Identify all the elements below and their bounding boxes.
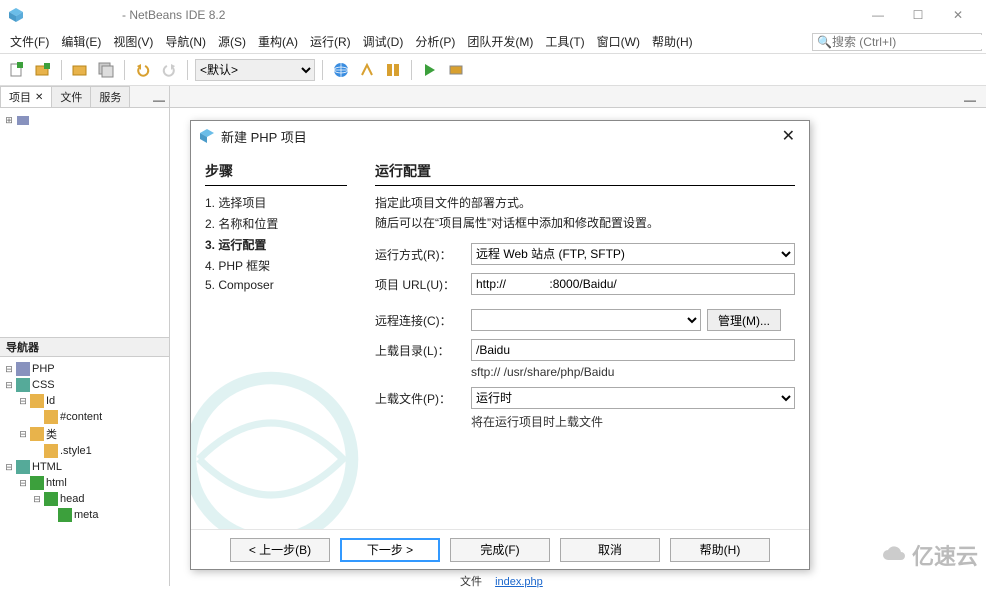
step-5: 5. Composer [205,276,347,294]
tree-node-id[interactable]: ⊟Id [16,393,167,409]
dialog-cube-icon [199,128,215,144]
menu-navigate[interactable]: 导航(N) [159,31,212,52]
new-file-icon[interactable] [6,59,28,81]
next-button[interactable]: 下一步 > [340,538,440,562]
menu-view[interactable]: 视图(V) [107,31,159,52]
content-desc1: 指定此项目文件的部署方式。 [375,194,795,211]
step-2: 2. 名称和位置 [205,213,347,234]
config-select[interactable]: <默认> [195,59,315,81]
select-remote[interactable] [471,309,701,331]
content-header: 运行配置 [375,161,795,186]
select-upload-files[interactable]: 运行时 [471,387,795,409]
menu-profile[interactable]: 分析(P) [409,31,461,52]
tab-files[interactable]: 文件 [51,86,91,107]
step-3: 3. 运行配置 [205,234,347,255]
tree-node-php[interactable]: ⊟PHP [2,361,167,377]
new-php-project-dialog: 新建 PHP 项目 ✕ 步骤 1. 选择项目 2. 名称和位置 3. 运行配置 … [190,120,810,570]
bottom-file-indicator: 文件 index.php [460,573,543,589]
run-icon[interactable] [419,59,441,81]
search-input[interactable] [832,35,986,49]
debug-icon[interactable] [445,59,467,81]
content-desc2: 随后可以在“项目属性”对话框中添加和修改配置设置。 [375,214,795,231]
navigator-header: 导航器 [0,337,169,357]
navigator-tree: ⊟PHP ⊟CSS ⊟Id #content ⊟类 .style1 ⊟HTML … [0,357,169,586]
clean-build-icon[interactable] [382,59,404,81]
window-titlebar: - NetBeans IDE 8.2 — ☐ ✕ [0,0,986,30]
window-maximize-button[interactable]: ☐ [898,2,938,28]
toolbar: <默认> [0,54,986,86]
cloud-icon [880,544,908,566]
tree-node-meta[interactable]: meta [44,507,167,523]
open-project-icon[interactable] [69,59,91,81]
input-project-url[interactable] [471,273,795,295]
menu-window[interactable]: 窗口(W) [591,31,646,52]
minimize-editor-icon[interactable]: — [960,93,980,107]
upload-files-hint: 将在运行项目时上载文件 [471,413,795,430]
select-run-as[interactable]: 远程 Web 站点 (FTP, SFTP) [471,243,795,265]
menu-bar: 文件(F) 编辑(E) 视图(V) 导航(N) 源(S) 重构(A) 运行(R)… [0,30,986,54]
label-run-as: 运行方式(R)： [375,246,465,263]
redo-icon[interactable] [158,59,180,81]
menu-refactor[interactable]: 重构(A) [252,31,304,52]
window-minimize-button[interactable]: — [858,2,898,28]
menu-team[interactable]: 团队开发(M) [461,31,539,52]
folder-icon [16,113,30,127]
upload-dir-hint: sftp:// /usr/share/php/Baidu [471,365,795,379]
tab-services[interactable]: 服务 [90,86,130,107]
finish-button[interactable]: 完成(F) [450,538,550,562]
menu-file[interactable]: 文件(F) [4,31,55,52]
menu-tools[interactable]: 工具(T) [539,31,590,52]
globe-icon[interactable] [330,59,352,81]
tree-node-head[interactable]: ⊟head [30,491,167,507]
tree-node-html[interactable]: ⊟HTML [2,459,167,475]
bottom-file-link[interactable]: index.php [495,576,543,588]
label-project-url: 项目 URL(U)： [375,276,465,293]
help-button[interactable]: 帮助(H) [670,538,770,562]
tree-node-css[interactable]: ⊟CSS [2,377,167,393]
tab-projects[interactable]: 项目✕ [0,86,52,107]
input-upload-dir[interactable] [471,339,795,361]
cancel-button[interactable]: 取消 [560,538,660,562]
window-close-button[interactable]: ✕ [938,2,978,28]
dialog-title-text: 新建 PHP 项目 [221,127,307,146]
editor-tabs: — [170,86,986,108]
new-project-icon[interactable] [32,59,54,81]
step-1: 1. 选择项目 [205,192,347,213]
tree-node-class[interactable]: ⊟类 [16,425,167,443]
search-box[interactable]: 🔍 [812,33,982,51]
wizard-bg-icon [191,369,381,529]
step-4: 4. PHP 框架 [205,255,347,276]
watermark: 亿速云 [880,539,978,571]
steps-header: 步骤 [205,161,347,186]
minimize-panel-icon[interactable]: — [149,93,169,107]
undo-icon[interactable] [132,59,154,81]
build-icon[interactable] [356,59,378,81]
menu-run[interactable]: 运行(R) [304,31,357,52]
window-title: - NetBeans IDE 8.2 [32,8,858,22]
label-upload-dir: 上载目录(L)： [375,342,465,359]
expand-icon[interactable]: ⊞ [4,115,14,126]
dialog-close-button[interactable]: ✕ [776,126,801,146]
tree-node-html-el[interactable]: ⊟html [16,475,167,491]
back-button[interactable]: < 上一步(B) [230,538,330,562]
projects-tree: ⊞ [0,108,169,337]
app-cube-icon [8,7,24,23]
menu-help[interactable]: 帮助(H) [646,31,699,52]
close-icon[interactable]: ✕ [35,92,43,103]
left-panel-tabs: 项目✕ 文件 服务 — [0,86,169,108]
tree-node-content[interactable]: #content [30,409,167,425]
search-icon: 🔍 [817,35,832,49]
tree-node-style1[interactable]: .style1 [30,443,167,459]
label-upload-files: 上载文件(P)： [375,390,465,407]
menu-debug[interactable]: 调试(D) [357,31,410,52]
menu-edit[interactable]: 编辑(E) [55,31,107,52]
manage-button[interactable]: 管理(M)... [707,309,781,331]
tree-node-root[interactable]: ⊞ [2,112,167,128]
menu-source[interactable]: 源(S) [212,31,252,52]
save-all-icon[interactable] [95,59,117,81]
label-remote: 远程连接(C)： [375,312,465,329]
